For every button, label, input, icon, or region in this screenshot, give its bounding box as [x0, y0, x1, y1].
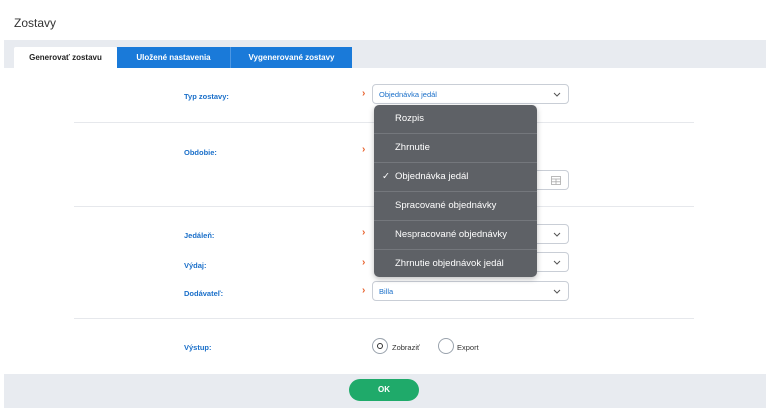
radio-show[interactable]	[372, 338, 388, 354]
chevron-down-icon	[553, 232, 561, 237]
period-date-field[interactable]	[537, 170, 569, 190]
tab-generate-report[interactable]: Generovať zostavu	[14, 47, 117, 68]
report-type-select[interactable]: Objednávka jedál	[372, 84, 569, 104]
menu-item-label: Zhrnutie	[395, 142, 430, 153]
chevron-down-icon	[553, 260, 561, 265]
supplier-value: Billa	[379, 287, 394, 296]
report-type-label: Typ zostavy:	[184, 92, 229, 101]
dispensary-label: Výdaj:	[184, 261, 207, 270]
chevron-down-icon	[553, 92, 561, 97]
menu-item-zhrnutie-objednavok[interactable]: Zhrnutie objednávok jedál	[374, 250, 537, 278]
menu-item-label: Nespracované objednávky	[395, 229, 507, 240]
page-header: Zostavy	[0, 0, 768, 40]
radio-show-label: Zobraziť	[392, 343, 420, 352]
output-label: Výstup:	[184, 343, 212, 352]
report-type-value: Objednávka jedál	[379, 90, 437, 99]
dispensary-select[interactable]	[537, 252, 569, 272]
checkmark-icon: ✓	[382, 171, 390, 182]
period-label: Obdobie:	[184, 148, 217, 157]
menu-item-rozpis[interactable]: Rozpis	[374, 105, 537, 133]
calendar-icon	[551, 176, 561, 185]
chevron-right-icon: ›	[362, 88, 366, 99]
tabs-bar: Generovať zostavu Uložené nastavenia Vyg…	[4, 40, 766, 68]
tab-saved-settings[interactable]: Uložené nastavenia	[117, 47, 230, 68]
menu-item-spracovane[interactable]: Spracované objednávky	[374, 192, 537, 220]
menu-item-label: Rozpis	[395, 113, 425, 124]
supplier-select[interactable]: Billa	[372, 281, 569, 301]
report-type-dropdown-menu: Rozpis Zhrnutie ✓ Objednávka jedál Sprac…	[374, 105, 537, 277]
menu-item-label: Objednávka jedál	[395, 171, 469, 182]
section-divider	[74, 318, 694, 319]
radio-export-label: Export	[457, 343, 479, 352]
tab-generated-reports[interactable]: Vygenerované zostavy	[230, 47, 352, 68]
chevron-right-icon: ›	[362, 285, 366, 296]
menu-item-label: Zhrnutie objednávok jedál	[395, 258, 504, 269]
radio-selected-dot	[377, 343, 383, 349]
radio-export[interactable]	[438, 338, 454, 354]
chevron-right-icon: ›	[362, 144, 366, 155]
supplier-label: Dodávateľ:	[184, 289, 224, 298]
canteen-label: Jedáleň:	[184, 231, 215, 240]
chevron-right-icon: ›	[362, 257, 366, 268]
menu-item-label: Spracované objednávky	[395, 200, 497, 211]
menu-item-objednavka-jedal[interactable]: ✓ Objednávka jedál	[374, 163, 537, 191]
chevron-down-icon	[553, 289, 561, 294]
canteen-select[interactable]	[537, 224, 569, 244]
page-title: Zostavy	[14, 16, 57, 30]
menu-item-zhrnutie[interactable]: Zhrnutie	[374, 134, 537, 162]
chevron-right-icon: ›	[362, 227, 366, 238]
menu-item-nespracovane[interactable]: Nespracované objednávky	[374, 221, 537, 249]
ok-button[interactable]: OK	[349, 379, 419, 401]
